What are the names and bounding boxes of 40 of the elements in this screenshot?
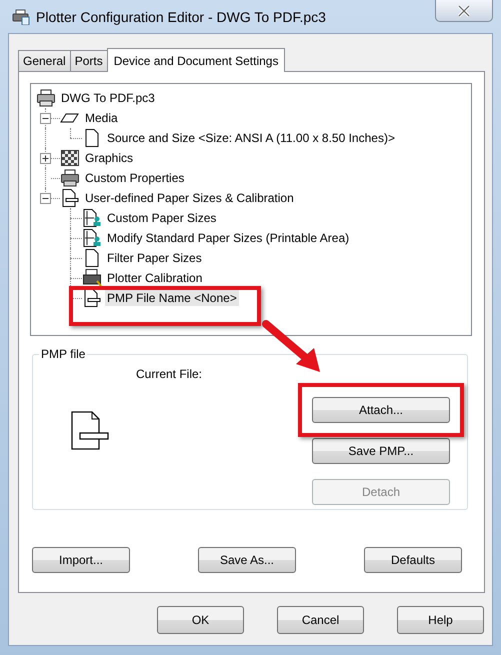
panel-button[interactable]: Import...: [32, 547, 130, 573]
current-file-label: Current File:: [136, 367, 204, 381]
page-person-icon: [82, 209, 102, 227]
tree-item[interactable]: Media: [83, 110, 120, 126]
page-icon: [70, 411, 110, 451]
page-icon: [82, 289, 102, 307]
panel-button[interactable]: Save As...: [198, 547, 296, 573]
group-title: PMP file: [40, 347, 86, 361]
tree-item[interactable]: Modify Standard Paper Sizes (Printable Area): [105, 230, 352, 246]
page-icon: [60, 189, 80, 207]
tab[interactable]: Device and Document Settings: [106, 48, 286, 72]
printer-icon: [36, 89, 56, 107]
tab[interactable]: Ports: [70, 50, 108, 71]
pmp-button[interactable]: Save PMP...: [312, 438, 450, 464]
expand-toggle[interactable]: [40, 192, 51, 204]
panel-button[interactable]: Defaults: [364, 547, 462, 573]
tree-item[interactable]: Source and Size <Size: ANSI A (11.00 x 8.50 Inches)>: [105, 130, 397, 146]
tree-item[interactable]: User-defined Paper Sizes & Calibration: [83, 190, 296, 206]
tree-item[interactable]: Custom Paper Sizes: [105, 210, 218, 226]
tree-item[interactable]: Plotter Calibration: [105, 270, 204, 286]
window-title: Plotter Configuration Editor - DWG To PDF.pc3: [36, 8, 326, 24]
pmp-button[interactable]: Attach...: [312, 397, 450, 423]
tree-item[interactable]: Graphics: [83, 150, 136, 166]
tab[interactable]: General: [18, 50, 71, 71]
checkered-icon: [60, 149, 80, 167]
expand-toggle[interactable]: [40, 152, 51, 164]
tree-item[interactable]: DWG To PDF.pc3: [59, 90, 157, 106]
tree-item[interactable]: Filter Paper Sizes: [105, 250, 204, 266]
close-icon: [457, 4, 471, 16]
tree-item[interactable]: Custom Properties: [83, 170, 186, 186]
tree-item[interactable]: PMP File Name <None>: [105, 290, 239, 306]
dialog-button[interactable]: Help: [397, 606, 484, 634]
printer-icon: [12, 8, 30, 24]
close-button[interactable]: [435, 0, 493, 22]
dialog-button[interactable]: OK: [157, 606, 244, 634]
plotter-icon: [82, 269, 102, 287]
dialog-button[interactable]: Cancel: [277, 606, 364, 634]
page-person-icon: [82, 229, 102, 247]
expand-toggle[interactable]: [40, 112, 51, 124]
plus-icon: [42, 154, 49, 162]
